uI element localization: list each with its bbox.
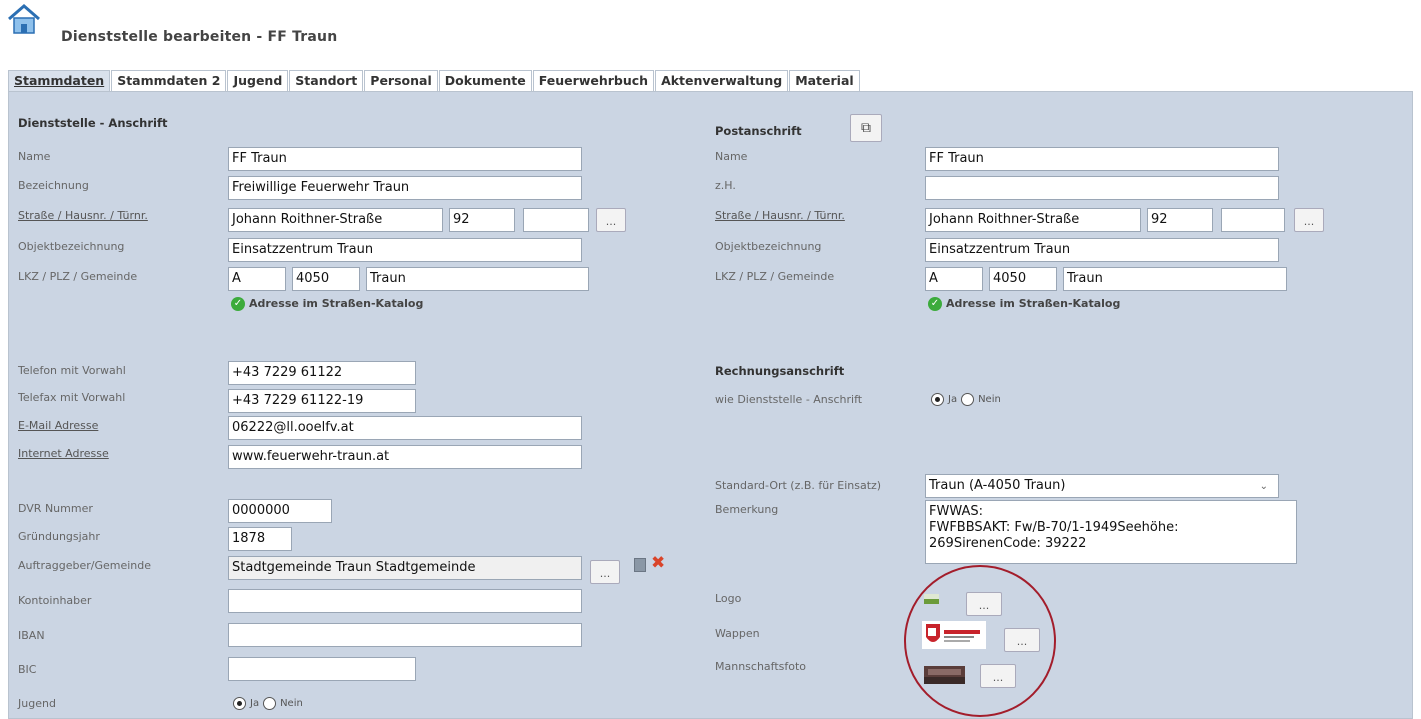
mannschaftsfoto-label: Mannschaftsfoto (715, 660, 807, 673)
post-gemeinde-input[interactable]: Traun (1063, 267, 1287, 291)
tab-feuerwehrbuch[interactable]: Feuerwehrbuch (532, 70, 655, 91)
zh-label: z.H. (715, 179, 736, 192)
section-title-postanschrift: Postanschrift (715, 124, 802, 138)
post-strasse-link[interactable]: Straße / Hausnr. / Türnr. (715, 209, 845, 222)
tab-dokumente[interactable]: Dokumente (438, 70, 532, 91)
post-catalog-status: ✓ Adresse im Straßen-Katalog (928, 297, 1120, 311)
gruendung-label: Gründungsjahr (18, 530, 100, 543)
wie-dienststelle-label: wie Dienststelle - Anschrift (715, 393, 863, 406)
standard-ort-value: Traun (A-4050 Traun) (929, 478, 1066, 493)
internet-input[interactable]: www.feuerwehr-traun.at (228, 445, 582, 469)
email-link[interactable]: E-Mail Adresse (18, 419, 98, 432)
logo-label: Logo (715, 592, 742, 605)
section-title-dienststelle: Dienststelle - Anschrift (18, 116, 168, 130)
auftraggeber-label: Auftraggeber/Gemeinde (18, 559, 152, 572)
post-objekt-label: Objektbezeichnung (715, 240, 822, 253)
post-objekt-input[interactable]: Einsatzzentrum Traun (925, 238, 1279, 262)
post-strasse-input[interactable]: Johann Roithner-Straße (925, 208, 1141, 232)
strasse-input[interactable]: Johann Roithner-Straße (228, 208, 443, 232)
jugend-label: Jugend (18, 697, 56, 710)
wie-ja-radio[interactable] (931, 393, 944, 406)
post-strasse-lookup-button[interactable]: ... (1294, 208, 1324, 232)
name-input[interactable]: FF Traun (228, 147, 582, 171)
tab-bar: Stammdaten Stammdaten 2 Jugend Standort … (8, 70, 861, 91)
gruendung-input[interactable]: 1878 (228, 527, 292, 551)
gemeinde-input[interactable]: Traun (366, 267, 589, 291)
telefon-input[interactable]: +43 7229 61122 (228, 361, 416, 385)
bemerkung-line: FWWAS: (929, 504, 983, 519)
kontoinhaber-label: Kontoinhaber (18, 594, 92, 607)
wappen-label: Wappen (715, 627, 760, 640)
tuernr-input[interactable] (523, 208, 589, 232)
copy-address-button[interactable]: ⧉ (850, 114, 882, 142)
tab-stammdaten[interactable]: Stammdaten (8, 70, 111, 91)
copy-icon: ⧉ (861, 120, 871, 136)
bic-label: BIC (18, 663, 37, 676)
post-lkz-label: LKZ / PLZ / Gemeinde (715, 270, 835, 283)
jugend-radio-group: Ja Nein (233, 697, 303, 710)
post-name-label: Name (715, 150, 748, 163)
post-hausnr-input[interactable]: 92 (1147, 208, 1213, 232)
document-icon[interactable] (634, 558, 646, 572)
kontoinhaber-input[interactable] (228, 589, 582, 613)
tab-material[interactable]: Material (789, 70, 860, 91)
strasse-link[interactable]: Straße / Hausnr. / Türnr. (18, 209, 148, 222)
hausnr-input[interactable]: 92 (449, 208, 515, 232)
objekt-label: Objektbezeichnung (18, 240, 125, 253)
objekt-input[interactable]: Einsatzzentrum Traun (228, 238, 582, 262)
post-name-input[interactable]: FF Traun (925, 147, 1279, 171)
dvr-input[interactable]: 0000000 (228, 499, 332, 523)
jugend-nein-label: Nein (280, 698, 303, 709)
standard-ort-select[interactable]: Traun (A-4050 Traun) ⌄ (925, 474, 1279, 498)
check-icon: ✓ (231, 297, 245, 311)
bezeichnung-label: Bezeichnung (18, 179, 89, 192)
wie-dienststelle-radio-group: Ja Nein (931, 393, 1001, 406)
bemerkung-textarea[interactable]: FWWAS: FWFBBSAKT: Fw/B-70/1-1949Seehöhe:… (925, 500, 1297, 564)
plz-input[interactable]: 4050 (292, 267, 360, 291)
wie-ja-label: Ja (948, 394, 958, 405)
telefax-label: Telefax mit Vorwahl (18, 391, 126, 404)
post-lkz-input[interactable]: A (925, 267, 983, 291)
post-plz-input[interactable]: 4050 (989, 267, 1057, 291)
tab-personal[interactable]: Personal (364, 70, 438, 91)
check-icon: ✓ (928, 297, 942, 311)
zh-input[interactable] (925, 176, 1279, 200)
email-input[interactable]: 06222@ll.ooelfv.at (228, 416, 582, 440)
home-icon[interactable] (6, 3, 42, 35)
bezeichnung-input[interactable]: Freiwillige Feuerwehr Traun (228, 176, 582, 200)
auftraggeber-lookup-button[interactable]: ... (590, 560, 620, 584)
tab-stammdaten-2[interactable]: Stammdaten 2 (111, 70, 227, 91)
tab-aktenverwaltung[interactable]: Aktenverwaltung (655, 70, 789, 91)
bemerkung-label: Bemerkung (715, 503, 779, 516)
catalog-status: ✓ Adresse im Straßen-Katalog (231, 297, 423, 311)
tab-standort[interactable]: Standort (289, 70, 364, 91)
telefax-input[interactable]: +43 7229 61122-19 (228, 389, 416, 413)
standard-ort-label: Standard-Ort (z.B. für Einsatz) (715, 479, 882, 492)
jugend-nein-radio[interactable] (263, 697, 277, 710)
lkz-label: LKZ / PLZ / Gemeinde (18, 270, 138, 283)
wie-nein-label: Nein (978, 394, 1001, 405)
delete-icon[interactable]: ✖ (651, 553, 665, 573)
tab-jugend[interactable]: Jugend (227, 70, 289, 91)
auftraggeber-input[interactable]: Stadtgemeinde Traun Stadtgemeinde (228, 556, 582, 580)
iban-label: IBAN (18, 629, 45, 642)
highlight-circle (904, 565, 1056, 717)
bemerkung-line: FWFBBSAKT: Fw/B-70/1-1949Seehöhe: (929, 520, 1179, 535)
section-title-rechnung: Rechnungsanschrift (715, 364, 845, 378)
iban-input[interactable] (228, 623, 582, 647)
bic-input[interactable] (228, 657, 416, 681)
wie-nein-radio[interactable] (961, 393, 975, 406)
jugend-ja-radio[interactable] (233, 697, 246, 710)
lkz-input[interactable]: A (228, 267, 286, 291)
name-label: Name (18, 150, 51, 163)
telefon-label: Telefon mit Vorwahl (18, 364, 126, 377)
jugend-ja-label: Ja (250, 698, 260, 709)
chevron-down-icon: ⌄ (1259, 481, 1268, 492)
page-title: Dienststelle bearbeiten - FF Traun (61, 29, 338, 45)
dvr-label: DVR Nummer (18, 502, 93, 515)
bemerkung-line: 269SirenenCode: 39222 (929, 536, 1087, 551)
post-tuernr-input[interactable] (1221, 208, 1285, 232)
internet-link[interactable]: Internet Adresse (18, 447, 109, 460)
strasse-lookup-button[interactable]: ... (596, 208, 626, 232)
